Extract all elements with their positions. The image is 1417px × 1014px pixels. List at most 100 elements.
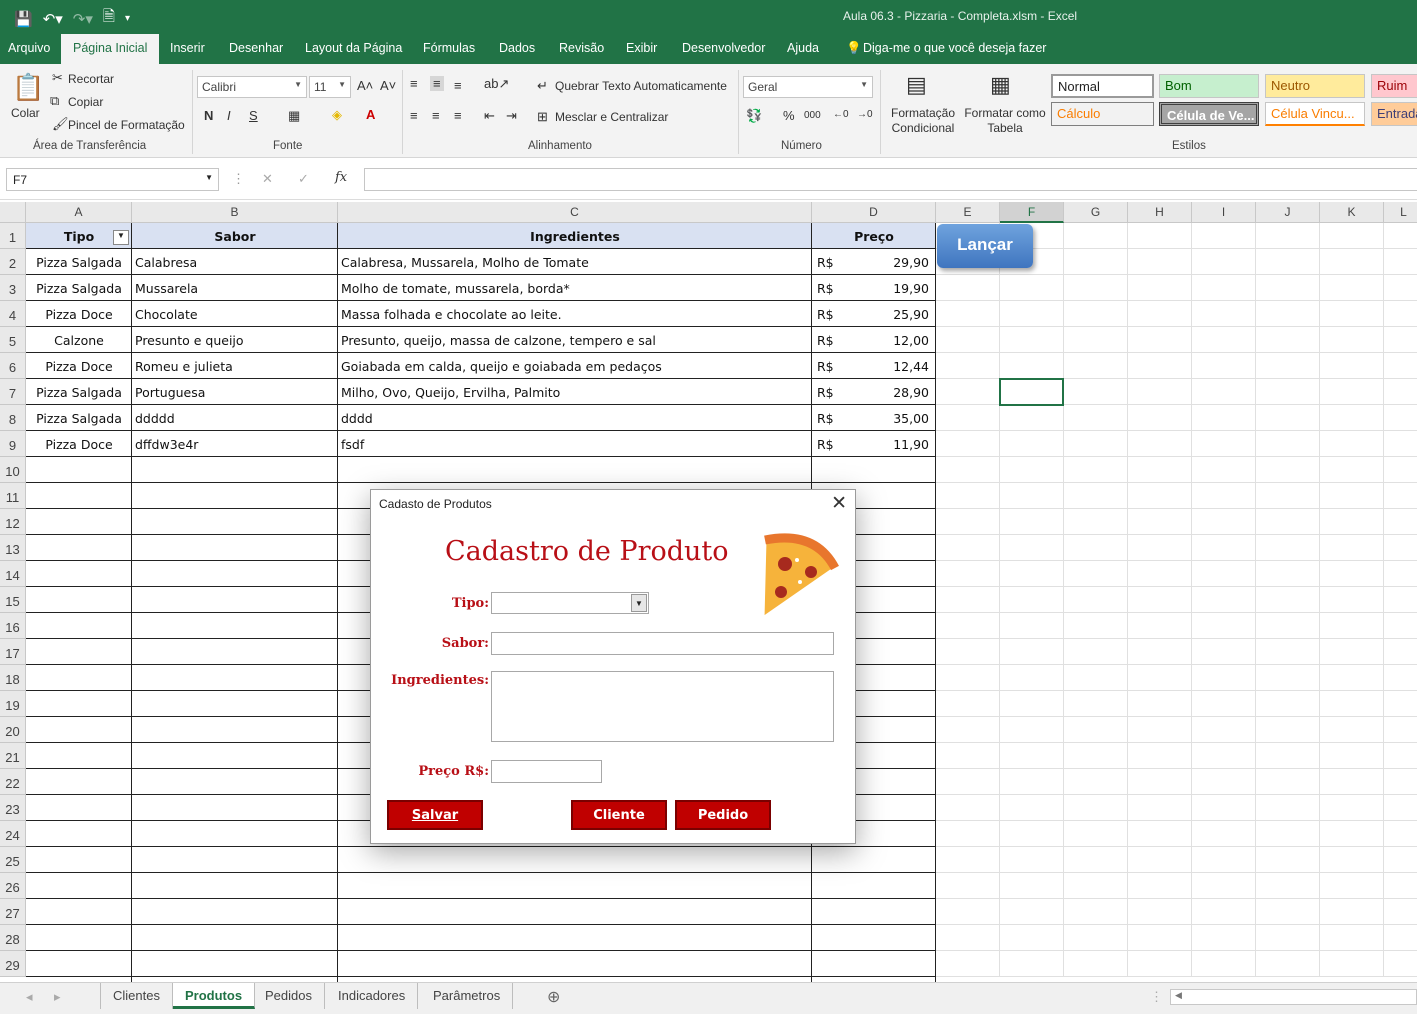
empty-cell[interactable] <box>1320 899 1384 925</box>
empty-cell[interactable] <box>1064 743 1128 769</box>
sheet-tab-produtos[interactable]: Produtos <box>173 983 256 1009</box>
empty-cell[interactable] <box>338 951 812 977</box>
table-cell[interactable]: Romeu e julieta <box>132 353 338 379</box>
empty-cell[interactable] <box>1000 301 1064 327</box>
empty-cell[interactable] <box>1000 509 1064 535</box>
empty-cell[interactable] <box>26 847 132 873</box>
empty-cell[interactable] <box>1384 301 1417 327</box>
empty-cell[interactable] <box>1384 899 1417 925</box>
empty-cell[interactable] <box>936 431 1000 457</box>
empty-cell[interactable] <box>1256 561 1320 587</box>
empty-cell[interactable] <box>1064 327 1128 353</box>
empty-cell[interactable] <box>26 821 132 847</box>
empty-cell[interactable] <box>1192 327 1256 353</box>
empty-cell[interactable] <box>1128 561 1192 587</box>
empty-cell[interactable] <box>1128 535 1192 561</box>
empty-cell[interactable] <box>1320 431 1384 457</box>
empty-cell[interactable] <box>1192 951 1256 977</box>
bold-button[interactable]: N <box>204 108 213 123</box>
empty-cell[interactable] <box>1000 561 1064 587</box>
empty-cell[interactable] <box>1256 925 1320 951</box>
row-header[interactable]: 26 <box>0 873 26 899</box>
empty-cell[interactable] <box>1384 535 1417 561</box>
empty-cell[interactable] <box>1384 873 1417 899</box>
empty-cell[interactable] <box>1320 405 1384 431</box>
empty-cell[interactable] <box>1000 587 1064 613</box>
scroll-left-icon[interactable]: ◀ <box>1175 990 1182 1001</box>
tab-revisao[interactable]: Revisão <box>559 41 604 55</box>
merge-center-button[interactable]: Mesclar e Centralizar <box>555 110 668 124</box>
sheet-tab-clientes[interactable]: Clientes <box>100 983 173 1009</box>
empty-cell[interactable] <box>812 925 936 951</box>
sheet-tab-indicadores[interactable]: Indicadores <box>326 983 419 1009</box>
empty-cell[interactable] <box>1192 249 1256 275</box>
style-ruim[interactable]: Ruim <box>1371 74 1417 98</box>
empty-cell[interactable] <box>1064 379 1128 405</box>
tab-formulas[interactable]: Fórmulas <box>423 41 475 55</box>
empty-cell[interactable] <box>132 665 338 691</box>
empty-cell[interactable] <box>1064 405 1128 431</box>
empty-cell[interactable] <box>1320 327 1384 353</box>
empty-cell[interactable] <box>1064 795 1128 821</box>
empty-cell[interactable] <box>1128 613 1192 639</box>
empty-cell[interactable] <box>1192 769 1256 795</box>
empty-cell[interactable] <box>1128 639 1192 665</box>
col-header-b[interactable]: B <box>132 202 338 223</box>
lancar-button[interactable]: Lançar <box>937 224 1033 268</box>
empty-cell[interactable] <box>936 509 1000 535</box>
empty-cell[interactable] <box>1128 717 1192 743</box>
insert-function-icon[interactable]: fx <box>335 170 347 185</box>
empty-cell[interactable] <box>1384 275 1417 301</box>
empty-cell[interactable] <box>1128 951 1192 977</box>
font-name-select[interactable]: Calibri ▼ <box>197 76 307 98</box>
close-icon[interactable]: ✕ <box>831 492 847 515</box>
increase-indent-icon[interactable]: ⇥ <box>506 108 517 124</box>
empty-cell[interactable] <box>132 925 338 951</box>
empty-cell[interactable] <box>1256 821 1320 847</box>
empty-cell[interactable] <box>1064 847 1128 873</box>
currency-format-icon[interactable]: 💱 <box>746 108 762 124</box>
number-format-select[interactable]: Geral ▼ <box>743 76 873 98</box>
filter-dropdown-icon[interactable]: ▼ <box>113 230 129 245</box>
empty-cell[interactable] <box>1256 899 1320 925</box>
empty-cell[interactable] <box>1000 639 1064 665</box>
empty-cell[interactable] <box>1064 249 1128 275</box>
empty-cell[interactable] <box>1192 873 1256 899</box>
sheet-tab-pedidos[interactable]: Pedidos <box>253 983 325 1009</box>
empty-cell[interactable] <box>338 899 812 925</box>
tab-arquivo[interactable]: Arquivo <box>8 41 50 55</box>
empty-cell[interactable] <box>1128 847 1192 873</box>
empty-cell[interactable] <box>1320 769 1384 795</box>
table-cell[interactable]: Portuguesa <box>132 379 338 405</box>
row-header[interactable]: 28 <box>0 925 26 951</box>
empty-cell[interactable] <box>812 847 936 873</box>
empty-cell[interactable] <box>1192 743 1256 769</box>
row-header[interactable]: 19 <box>0 691 26 717</box>
empty-cell[interactable] <box>338 925 812 951</box>
empty-cell[interactable] <box>1000 457 1064 483</box>
empty-cell[interactable] <box>1192 535 1256 561</box>
tab-pagina-inicial[interactable]: Página Inicial <box>61 34 160 64</box>
empty-cell[interactable] <box>1192 431 1256 457</box>
empty-cell[interactable] <box>1128 873 1192 899</box>
cut-button[interactable]: Recortar <box>68 72 114 86</box>
col-header-g[interactable]: G <box>1064 202 1128 223</box>
empty-cell[interactable] <box>1384 353 1417 379</box>
row-header[interactable]: 14 <box>0 561 26 587</box>
empty-cell[interactable] <box>1256 951 1320 977</box>
empty-cell[interactable] <box>26 509 132 535</box>
copy-button[interactable]: Copiar <box>68 95 103 109</box>
empty-cell[interactable] <box>132 769 338 795</box>
empty-cell[interactable] <box>26 535 132 561</box>
align-center-icon[interactable]: ≡ <box>432 108 440 123</box>
empty-cell[interactable] <box>1000 899 1064 925</box>
empty-cell[interactable] <box>1384 431 1417 457</box>
row-header[interactable]: 3 <box>0 275 26 301</box>
empty-cell[interactable] <box>1064 639 1128 665</box>
row-header[interactable]: 16 <box>0 613 26 639</box>
empty-cell[interactable] <box>1256 717 1320 743</box>
empty-cell[interactable] <box>1192 275 1256 301</box>
table-cell-price[interactable]: R$ 35,00 <box>812 405 936 431</box>
row-header[interactable]: 24 <box>0 821 26 847</box>
font-color-icon[interactable]: A <box>366 107 375 122</box>
